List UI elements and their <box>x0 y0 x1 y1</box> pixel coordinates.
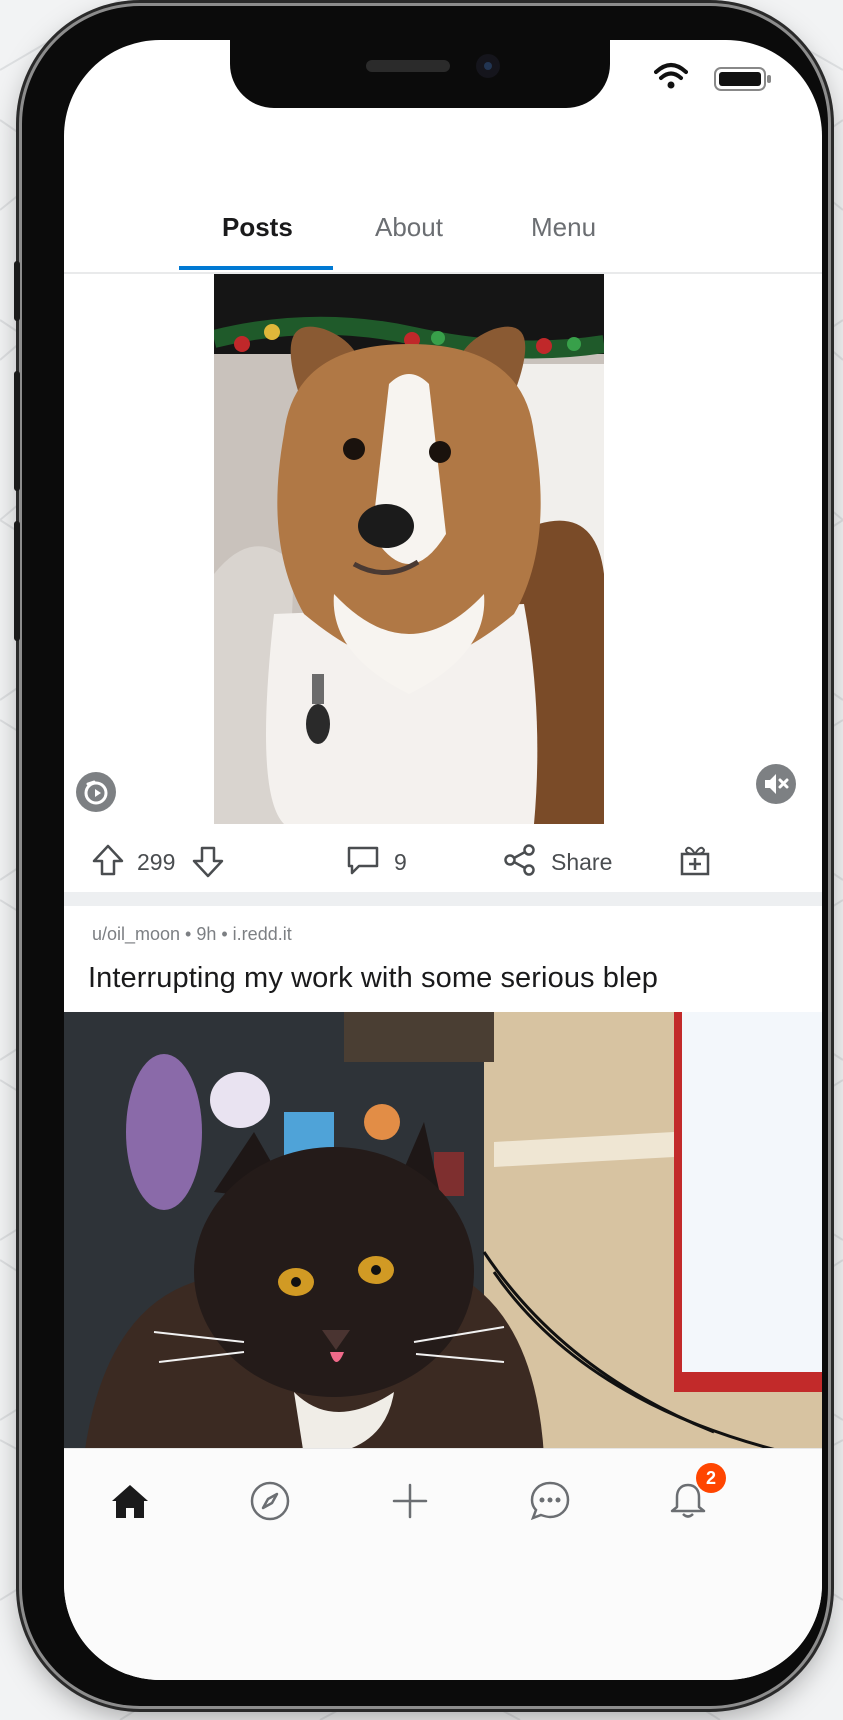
upvote-arrow-icon[interactable] <box>90 842 126 878</box>
award-gift-icon[interactable] <box>677 842 713 878</box>
tab-posts[interactable]: Posts <box>222 212 293 243</box>
active-tab-indicator <box>179 266 333 270</box>
bottom-navigation: 2 <box>64 1448 822 1680</box>
cat-illustration <box>64 1012 822 1456</box>
downvote-arrow-icon[interactable] <box>190 844 226 880</box>
post-meta[interactable]: u/oil_moon • 9h • i.redd.it <box>92 924 292 945</box>
front-camera <box>476 54 500 78</box>
volume-down-button <box>14 521 20 641</box>
post-title[interactable]: Interrupting my work with some serious b… <box>88 962 658 995</box>
volume-up-button <box>14 371 20 491</box>
notification-badge: 2 <box>696 1463 726 1493</box>
video-replay-icon[interactable] <box>74 770 118 814</box>
chat-icon <box>530 1481 570 1521</box>
plus-icon <box>392 1483 428 1519</box>
post-image-cat[interactable] <box>64 1012 822 1456</box>
volume-muted-icon[interactable] <box>754 762 798 806</box>
battery-icon <box>714 67 771 91</box>
home-icon <box>112 1485 148 1518</box>
compass-icon <box>250 1481 290 1521</box>
dog-illustration <box>214 274 604 824</box>
nav-create[interactable] <box>382 1473 438 1529</box>
share-icon[interactable] <box>502 842 538 878</box>
tab-about[interactable]: About <box>375 212 443 243</box>
wifi-icon <box>654 63 688 89</box>
vote-count: 299 <box>137 849 176 875</box>
speaker <box>366 60 450 72</box>
nav-notifications[interactable]: 2 <box>660 1463 726 1529</box>
post-divider <box>64 892 822 906</box>
post-video-dog[interactable] <box>214 274 604 824</box>
post-actions: 299 9 Share <box>64 836 822 892</box>
nav-chat[interactable] <box>522 1473 578 1529</box>
side-button <box>14 261 20 321</box>
tab-menu[interactable]: Menu <box>531 212 596 243</box>
share-label[interactable]: Share <box>551 849 612 876</box>
dog-body <box>266 326 541 824</box>
nav-discover[interactable] <box>242 1473 298 1529</box>
comment-count: 9 <box>394 849 407 875</box>
comment-icon[interactable] <box>345 842 381 878</box>
nav-home[interactable] <box>102 1473 158 1529</box>
phone-screen: Posts About Menu 299 9 Share u/oil_moon … <box>64 40 822 1680</box>
notch <box>230 40 610 108</box>
profile-tabs: Posts About Menu <box>64 190 822 274</box>
